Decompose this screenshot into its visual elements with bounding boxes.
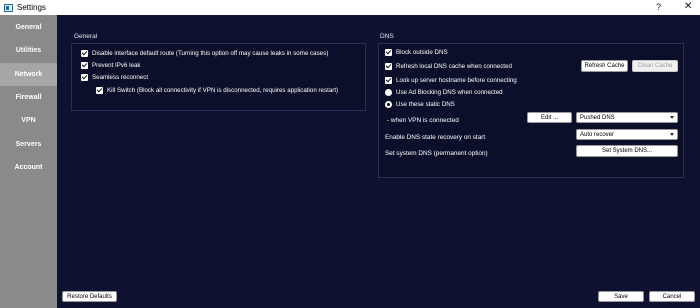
block-outside-dns-option[interactable]: Block outside DNS	[385, 49, 448, 56]
help-button[interactable]: ?	[656, 2, 661, 12]
block-outside-dns-checkbox[interactable]	[385, 49, 392, 56]
app-icon	[4, 3, 13, 12]
seamless-reconnect-label: Seamless reconnect	[92, 74, 149, 81]
static-dns-radio[interactable]	[385, 101, 392, 108]
static-dns-option[interactable]: Use these static DNS	[385, 101, 455, 108]
set-system-dns-button[interactable]: Set System DNS...	[576, 145, 678, 157]
pushed-dns-value: Pushed DNS	[580, 114, 615, 121]
disable-default-route-option[interactable]: Disable interface default route (Turning…	[81, 50, 328, 57]
lookup-hostname-label: Look up server hostname before connectin…	[396, 77, 517, 84]
static-dns-label: Use these static DNS	[396, 101, 455, 108]
sidebar: General Utilities Network Firewall VPN S…	[0, 15, 57, 308]
clean-cache-button[interactable]: Clean Cache	[632, 60, 678, 72]
sidebar-item-firewall[interactable]: Firewall	[0, 86, 57, 109]
lookup-hostname-option[interactable]: Look up server hostname before connectin…	[385, 77, 517, 84]
ad-blocking-dns-label: Use Ad Blocking DNS when connected	[396, 89, 503, 96]
title-bar: Settings ? ✕	[0, 0, 700, 15]
chevron-down-icon	[670, 133, 674, 136]
seamless-reconnect-checkbox[interactable]	[81, 74, 88, 81]
general-section-title: General	[74, 33, 98, 40]
chevron-down-icon	[670, 116, 674, 119]
dns-section-title: DNS	[380, 33, 394, 40]
kill-switch-option[interactable]: Kill Switch (Block all connectivity if V…	[96, 87, 338, 94]
restore-defaults-button[interactable]: Restore Defaults	[62, 291, 117, 302]
seamless-reconnect-option[interactable]: Seamless reconnect	[81, 74, 148, 81]
block-outside-dns-label: Block outside DNS	[396, 49, 448, 56]
ad-blocking-dns-radio[interactable]	[385, 89, 392, 96]
dns-panel: Block outside DNS Refresh local DNS cach…	[378, 43, 684, 178]
pushed-dns-select[interactable]: Pushed DNS	[576, 112, 678, 123]
disable-default-route-label: Disable interface default route (Turning…	[92, 50, 329, 57]
prevent-ipv6-leak-label: Prevent IPv6 leak	[92, 62, 141, 69]
sidebar-item-utilities[interactable]: Utilities	[0, 39, 57, 62]
ad-blocking-dns-option[interactable]: Use Ad Blocking DNS when connected	[385, 89, 503, 96]
prevent-ipv6-leak-option[interactable]: Prevent IPv6 leak	[81, 62, 141, 69]
save-button[interactable]: Save	[598, 291, 644, 302]
refresh-dns-cache-label: Refresh local DNS cache when connected	[396, 63, 512, 70]
disable-default-route-checkbox[interactable]	[81, 50, 88, 57]
kill-switch-checkbox[interactable]	[96, 87, 103, 94]
sidebar-item-account[interactable]: Account	[0, 156, 57, 179]
refresh-dns-cache-option[interactable]: Refresh local DNS cache when connected	[385, 63, 512, 70]
refresh-dns-cache-checkbox[interactable]	[385, 63, 392, 70]
sidebar-item-servers[interactable]: Servers	[0, 133, 57, 156]
edit-dns-button[interactable]: Edit ...	[527, 112, 572, 123]
prevent-ipv6-leak-checkbox[interactable]	[81, 62, 88, 69]
kill-switch-label: Kill Switch (Block all connectivity if V…	[107, 87, 339, 94]
dns-recovery-label: Enable DNS state recovery on start	[385, 134, 486, 141]
dns-recovery-select[interactable]: Auto recover	[576, 129, 678, 140]
system-dns-label: Set system DNS (permanent option)	[385, 150, 488, 157]
when-vpn-connected-label: - when VPN is connected	[387, 117, 459, 124]
dns-recovery-value: Auto recover	[580, 131, 615, 138]
cancel-button[interactable]: Cancel	[649, 291, 695, 302]
sidebar-item-general[interactable]: General	[0, 16, 57, 39]
close-button[interactable]: ✕	[684, 1, 692, 12]
sidebar-item-network[interactable]: Network	[0, 63, 57, 86]
refresh-cache-button[interactable]: Refresh Cache	[581, 60, 628, 72]
general-panel: Disable interface default route (Turning…	[71, 43, 366, 111]
sidebar-item-vpn[interactable]: VPN	[0, 109, 57, 132]
lookup-hostname-checkbox[interactable]	[385, 77, 392, 84]
main-content: General Disable interface default route …	[57, 15, 700, 308]
window-title: Settings	[17, 3, 46, 12]
